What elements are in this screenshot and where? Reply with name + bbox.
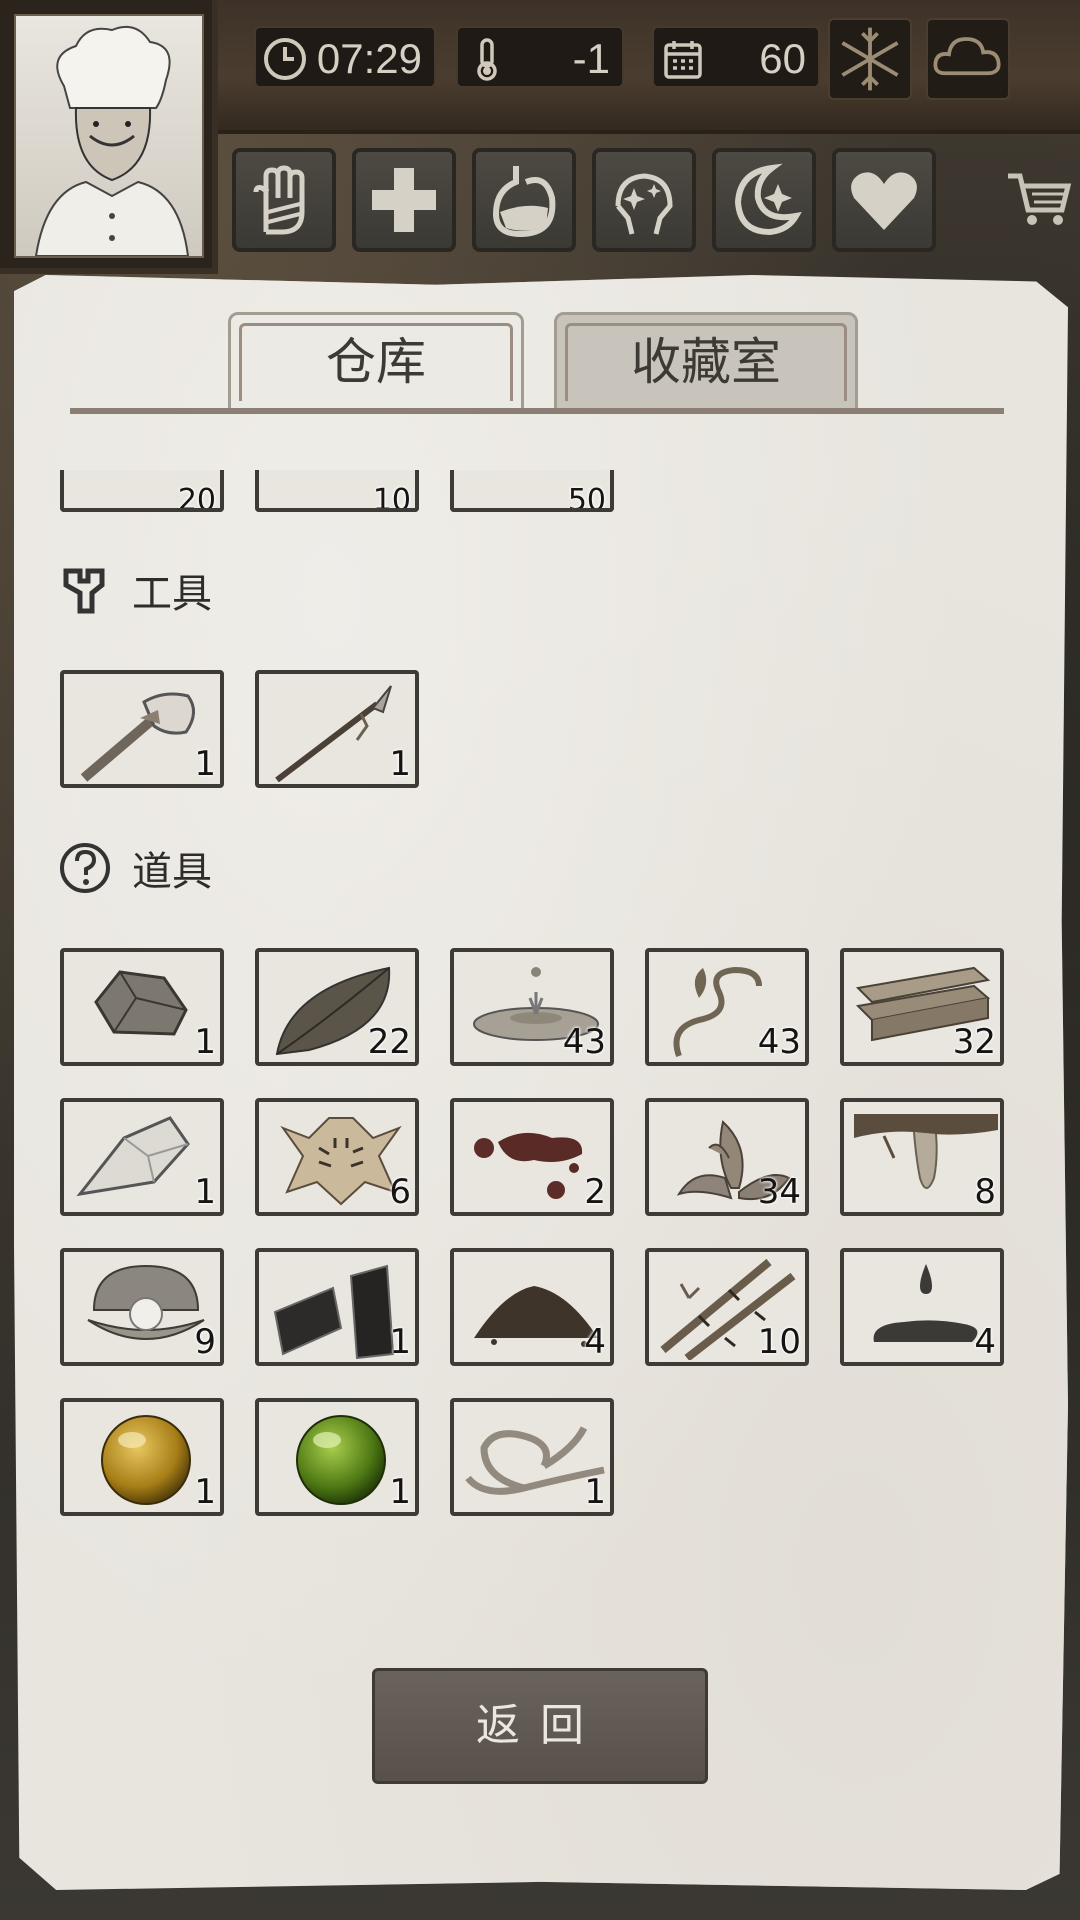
tools-grid: 1 1 — [60, 670, 1004, 788]
item-count: 10 — [757, 1322, 801, 1362]
status-hand[interactable] — [232, 148, 336, 252]
item-leaf[interactable]: 22 — [255, 948, 419, 1066]
item-flint[interactable]: 1 — [60, 1098, 224, 1216]
section-props-label: 道具 — [132, 849, 212, 895]
calendar-icon — [664, 41, 702, 79]
props-grid: 1 22 43 43 32 1 6 2 34 8 9 1 4 10 4 1 1 … — [60, 948, 1004, 1516]
partial-item-row: 20 10 50 — [60, 470, 614, 512]
item-count: 4 — [584, 1322, 606, 1362]
tab-warehouse[interactable]: 仓库 — [228, 312, 524, 412]
item-water[interactable]: 43 — [450, 948, 614, 1066]
back-button[interactable]: 返回 — [372, 1668, 708, 1784]
item-count: 1 — [194, 1472, 216, 1512]
mind-icon — [615, 173, 673, 235]
item-resin[interactable]: 8 — [840, 1098, 1004, 1216]
item-rope[interactable]: 1 — [450, 1398, 614, 1516]
item-amber-orb[interactable]: 1 — [60, 1398, 224, 1516]
status-health[interactable] — [352, 148, 456, 252]
item-stone-axe[interactable]: 1 — [60, 670, 224, 788]
item-count: 1 — [194, 744, 216, 784]
thermometer-icon — [477, 38, 497, 81]
hand-icon — [253, 165, 305, 235]
weather-cloud[interactable] — [926, 18, 1010, 100]
status-sleep[interactable] — [712, 148, 816, 252]
item-stone[interactable]: 1 — [60, 948, 224, 1066]
tab-divider — [70, 408, 1004, 414]
item-herb[interactable]: 34 — [645, 1098, 809, 1216]
item-count: 1 — [389, 1322, 411, 1362]
question-mark-icon — [60, 843, 110, 893]
item-count: 22 — [367, 1022, 411, 1062]
item-count: 10 — [372, 483, 411, 512]
item-count: 20 — [177, 483, 216, 512]
item-count: 50 — [567, 483, 606, 512]
time-display: 07:29 — [254, 26, 436, 88]
back-button-label: 返回 — [476, 1700, 604, 1751]
snowflake-icon — [841, 27, 899, 91]
item-tiger-pelt[interactable]: 6 — [255, 1098, 419, 1216]
section-tools-title: 工具 — [58, 560, 212, 620]
item-slot[interactable]: 50 — [450, 470, 614, 512]
item-charcoal[interactable]: 1 — [255, 1248, 419, 1366]
item-count: 34 — [757, 1172, 801, 1212]
item-soil[interactable]: 4 — [450, 1248, 614, 1366]
item-count: 1 — [584, 1472, 606, 1512]
moon-icon — [734, 163, 802, 236]
tab-frame — [565, 323, 847, 401]
item-oil[interactable]: 4 — [840, 1248, 1004, 1366]
tab-frame — [239, 323, 513, 401]
item-green-orb[interactable]: 1 — [255, 1398, 419, 1516]
section-props-title: 道具 — [58, 838, 212, 898]
item-count: 4 — [974, 1322, 996, 1362]
item-planks[interactable]: 32 — [840, 948, 1004, 1066]
item-slot[interactable]: 10 — [255, 470, 419, 512]
item-slot[interactable]: 20 — [60, 470, 224, 512]
item-count: 6 — [389, 1172, 411, 1212]
chef-portrait-image — [14, 14, 204, 258]
days-display: 60 — [652, 26, 820, 88]
item-count: 1 — [194, 1022, 216, 1062]
clock-icon — [264, 38, 306, 80]
item-count: 2 — [584, 1172, 606, 1212]
stomach-icon — [492, 166, 556, 238]
item-blood[interactable]: 2 — [450, 1098, 614, 1216]
time-value: 07:29 — [316, 35, 422, 82]
item-count: 9 — [194, 1322, 216, 1362]
item-pearl[interactable]: 9 — [60, 1248, 224, 1366]
days-value: 60 — [759, 35, 806, 82]
item-stone-spear[interactable]: 1 — [255, 670, 419, 788]
item-bamboo[interactable]: 10 — [645, 1248, 809, 1366]
heart-icon — [851, 172, 917, 230]
status-mood[interactable] — [832, 148, 936, 252]
status-mind[interactable] — [592, 148, 696, 252]
wrench-icon — [63, 568, 105, 614]
cloud-icon — [933, 37, 1001, 76]
item-count: 32 — [952, 1022, 996, 1062]
weather-snow[interactable] — [828, 18, 912, 100]
item-count: 1 — [389, 744, 411, 784]
temperature-value: -1 — [572, 35, 610, 82]
temperature-display: -1 — [456, 26, 624, 88]
item-count: 8 — [974, 1172, 996, 1212]
status-hunger[interactable] — [472, 148, 576, 252]
item-count: 43 — [757, 1022, 801, 1062]
item-count: 1 — [194, 1172, 216, 1212]
item-count: 1 — [389, 1472, 411, 1512]
health-cross-icon — [372, 168, 436, 232]
section-tools-label: 工具 — [132, 571, 212, 617]
item-count: 43 — [562, 1022, 606, 1062]
item-vine[interactable]: 43 — [645, 948, 809, 1066]
shopping-cart-icon[interactable] — [1006, 168, 1072, 230]
tab-collection[interactable]: 收藏室 — [554, 312, 858, 412]
character-portrait[interactable] — [0, 0, 218, 274]
